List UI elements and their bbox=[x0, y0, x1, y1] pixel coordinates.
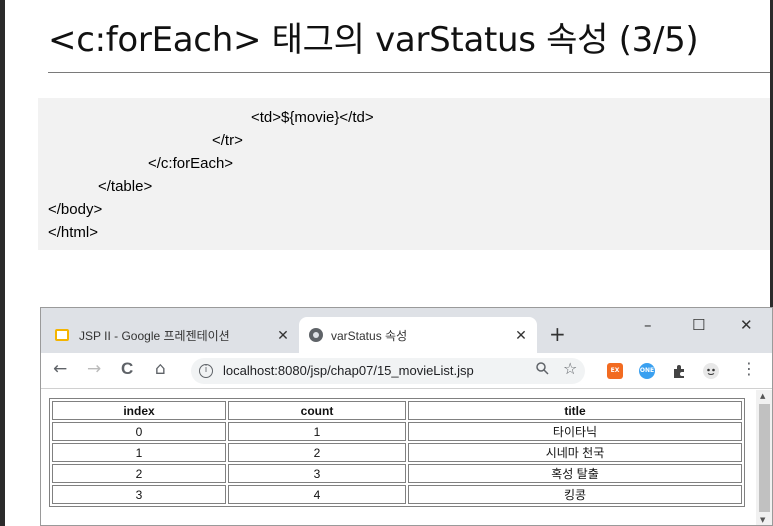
menu-icon[interactable]: ⋮ bbox=[741, 359, 757, 378]
home-button[interactable]: ⌂ bbox=[155, 359, 166, 379]
tab-google-slides[interactable]: JSP II - Google 프레젠테이션 ✕ bbox=[55, 317, 301, 353]
back-button[interactable]: ← bbox=[53, 359, 67, 379]
header-count: count bbox=[228, 401, 406, 420]
cell-index: 2 bbox=[52, 464, 226, 483]
globe-icon bbox=[309, 328, 323, 342]
close-icon[interactable]: ✕ bbox=[273, 327, 293, 344]
tab-label: varStatus 속성 bbox=[331, 328, 408, 343]
browser-window: JSP II - Google 프레젠테이션 ✕ varStatus 속성 ✕ … bbox=[40, 307, 773, 526]
header-title: title bbox=[408, 401, 742, 420]
table-row: 1 2 시네마 천국 bbox=[52, 443, 742, 462]
cell-title: 킹콩 bbox=[408, 485, 742, 504]
minimize-button[interactable]: – bbox=[644, 316, 652, 334]
browser-toolbar: ← → C ⌂ i localhost:8080/jsp/chap07/15_m… bbox=[41, 353, 772, 389]
cell-title: 타이타닉 bbox=[408, 422, 742, 441]
cell-index: 0 bbox=[52, 422, 226, 441]
maximize-button[interactable]: ☐ bbox=[692, 316, 705, 334]
left-frame-border bbox=[0, 0, 5, 526]
tab-varstatus[interactable]: varStatus 속성 ✕ bbox=[299, 317, 537, 353]
title-divider bbox=[48, 72, 770, 73]
new-tab-button[interactable]: + bbox=[549, 322, 566, 346]
scroll-up-icon[interactable]: ▲ bbox=[760, 392, 765, 400]
cell-index: 3 bbox=[52, 485, 226, 504]
extensions-puzzle-icon[interactable] bbox=[671, 363, 687, 379]
scroll-down-icon[interactable]: ▼ bbox=[760, 516, 765, 524]
address-bar[interactable]: i localhost:8080/jsp/chap07/15_movieList… bbox=[191, 358, 585, 384]
page-viewport: index count title 0 1 타이타닉 1 2 시네마 천국 2 bbox=[41, 390, 772, 525]
zoom-icon[interactable] bbox=[535, 361, 549, 379]
bookmark-star-icon[interactable]: ☆ bbox=[563, 359, 577, 378]
code-line: </html> bbox=[48, 224, 99, 241]
cell-title: 시네마 천국 bbox=[408, 443, 742, 462]
tab-strip: JSP II - Google 프레젠테이션 ✕ varStatus 속성 ✕ … bbox=[41, 308, 772, 353]
header-index: index bbox=[52, 401, 226, 420]
table-row: 0 1 타이타닉 bbox=[52, 422, 742, 441]
cell-count: 1 bbox=[228, 422, 406, 441]
close-icon[interactable]: ✕ bbox=[511, 327, 531, 344]
code-line: </c:forEach> bbox=[148, 155, 234, 172]
tab-label: JSP II - Google 프레젠테이션 bbox=[79, 328, 230, 343]
google-slides-icon bbox=[55, 329, 69, 341]
table-row: 2 3 혹성 탈출 bbox=[52, 464, 742, 483]
vertical-scrollbar[interactable]: ▲ ▼ bbox=[756, 390, 772, 525]
reload-button[interactable]: C bbox=[121, 359, 133, 379]
cell-count: 3 bbox=[228, 464, 406, 483]
forward-button[interactable]: → bbox=[87, 359, 101, 379]
movie-table: index count title 0 1 타이타닉 1 2 시네마 천국 2 bbox=[49, 398, 745, 507]
cell-count: 4 bbox=[228, 485, 406, 504]
table-row: 3 4 킹콩 bbox=[52, 485, 742, 504]
cell-index: 1 bbox=[52, 443, 226, 462]
code-line: <td>${movie}</td> bbox=[251, 109, 374, 126]
extension-ex-icon[interactable]: EX bbox=[607, 363, 623, 379]
profile-avatar-icon[interactable] bbox=[703, 363, 719, 379]
url-text[interactable]: localhost:8080/jsp/chap07/15_movieList.j… bbox=[223, 363, 474, 378]
scroll-thumb[interactable] bbox=[759, 404, 770, 512]
code-line: </body> bbox=[48, 201, 103, 218]
table-header-row: index count title bbox=[52, 401, 742, 420]
cell-title: 혹성 탈출 bbox=[408, 464, 742, 483]
info-icon[interactable]: i bbox=[199, 364, 213, 378]
slide-title: <c:forEach> 태그의 varStatus 속성 (3/5) bbox=[48, 20, 699, 60]
close-window-button[interactable]: ✕ bbox=[740, 316, 753, 334]
code-block: <td>${movie}</td> </tr> </c:forEach> </t… bbox=[38, 98, 770, 250]
code-line: </tr> bbox=[212, 132, 243, 149]
extension-one-icon[interactable]: ONE bbox=[639, 363, 655, 379]
cell-count: 2 bbox=[228, 443, 406, 462]
code-line: </table> bbox=[98, 178, 153, 195]
